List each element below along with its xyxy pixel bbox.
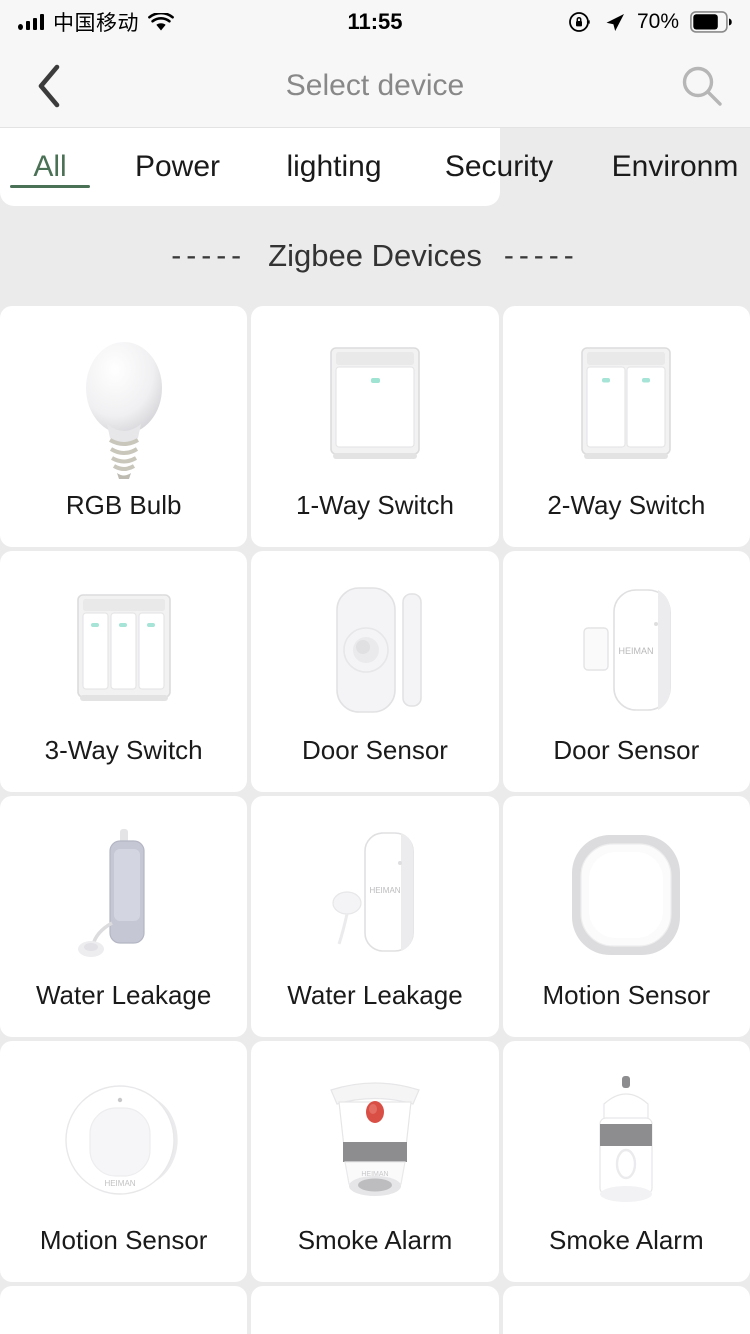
section-dashes-left: ----- (171, 239, 247, 272)
svg-text:HEIMAN: HEIMAN (369, 886, 400, 895)
svg-text:HEIMAN: HEIMAN (361, 1171, 388, 1178)
device-card[interactable]: 1-Way Switch (251, 306, 499, 547)
smoke-alarm-cone-icon: HEIMAN (251, 1041, 498, 1225)
battery-percent-label: 70% (636, 10, 679, 33)
tab-lighting[interactable]: lighting (255, 128, 413, 206)
rgb-bulb-icon (0, 306, 247, 490)
signal-bars-icon (18, 14, 44, 30)
device-card[interactable]: Door Sensor (251, 551, 499, 792)
device-label: Water Leakage (287, 980, 463, 1010)
tab-label: Power (134, 150, 221, 183)
device-partial-1-icon (0, 1286, 247, 1334)
nav-bar: Select device (0, 44, 750, 128)
tab-label: lighting (286, 150, 382, 183)
device-card[interactable] (502, 1286, 750, 1334)
page-title: Select device (285, 68, 465, 102)
device-card[interactable]: 2-Way Switch (502, 306, 750, 547)
back-chevron-icon (34, 62, 64, 110)
device-card[interactable]: HEIMAN Door Sensor (502, 551, 750, 792)
rotation-lock-icon (568, 10, 592, 34)
device-card[interactable]: Smoke Alarm (502, 1041, 750, 1282)
device-grid: RGB Bulb 1-Way Switch 2-Way Switch 3-Way… (0, 306, 750, 1334)
back-button[interactable] (22, 59, 76, 113)
device-card[interactable] (0, 1286, 248, 1334)
device-partial-2-icon (251, 1286, 498, 1334)
device-label: 3-Way Switch (44, 735, 203, 765)
location-arrow-icon (603, 11, 626, 34)
device-label: Motion Sensor (39, 1225, 208, 1255)
status-bar-left: 中国移动 (18, 7, 174, 37)
water-leakage-gray-icon (0, 796, 247, 980)
three-way-switch-icon (0, 551, 247, 735)
device-card[interactable]: Motion Sensor (502, 796, 750, 1037)
device-label: 1-Way Switch (296, 490, 454, 520)
tab-environment[interactable]: Environm (585, 128, 750, 206)
tab-power[interactable]: Power (100, 128, 255, 206)
one-way-switch-icon (251, 306, 498, 490)
device-label: Water Leakage (35, 980, 212, 1010)
device-card[interactable]: HEIMAN Motion Sensor (0, 1041, 248, 1282)
status-bar-right: 70% (568, 10, 732, 34)
device-card[interactable] (251, 1286, 499, 1334)
device-card[interactable]: RGB Bulb (0, 306, 248, 547)
device-card[interactable]: 3-Way Switch (0, 551, 248, 792)
wifi-icon (148, 12, 174, 32)
device-label: Motion Sensor (542, 980, 711, 1010)
svg-text:HEIMAN: HEIMAN (619, 646, 654, 656)
category-tab-bar: All Power lighting Security Environm (0, 128, 750, 206)
svg-text:HEIMAN: HEIMAN (104, 1179, 135, 1188)
device-label: Smoke Alarm (549, 1225, 704, 1255)
device-card[interactable]: HEIMAN Water Leakage (251, 796, 499, 1037)
tab-label: All (33, 150, 67, 183)
status-bar: 中国移动 11:55 70% (0, 0, 750, 44)
device-partial-3-icon (503, 1286, 750, 1334)
device-card[interactable]: HEIMAN Smoke Alarm (251, 1041, 499, 1282)
section-header: ----- Zigbee Devices ----- (0, 206, 750, 306)
door-sensor-slim-icon (251, 551, 498, 735)
section-dashes-right: ----- (503, 239, 579, 272)
search-button[interactable] (674, 58, 730, 114)
section-title: Zigbee Devices (268, 238, 482, 273)
app-screen: 中国移动 11:55 70% Select device All Power l… (0, 0, 750, 1334)
search-icon (677, 61, 727, 111)
motion-sensor-square-icon (503, 796, 750, 980)
water-leakage-white-icon: HEIMAN (251, 796, 498, 980)
door-sensor-block-icon: HEIMAN (503, 551, 750, 735)
device-label: 2-Way Switch (547, 490, 706, 520)
battery-icon (690, 11, 732, 33)
two-way-switch-icon (503, 306, 750, 490)
tab-all[interactable]: All (0, 128, 100, 206)
device-card[interactable]: Water Leakage (0, 796, 248, 1037)
tab-label: Security (444, 150, 554, 183)
motion-sensor-round-icon: HEIMAN (0, 1041, 247, 1225)
smoke-alarm-cylinder-icon (503, 1041, 750, 1225)
device-label: Door Sensor (302, 735, 448, 765)
tab-active-underline (10, 185, 90, 188)
tab-security[interactable]: Security (413, 128, 585, 206)
device-label: Door Sensor (553, 735, 700, 765)
device-label: RGB Bulb (65, 490, 182, 520)
device-label: Smoke Alarm (297, 1225, 453, 1255)
tab-label: Environm (611, 150, 739, 183)
carrier-label: 中国移动 (53, 12, 139, 35)
